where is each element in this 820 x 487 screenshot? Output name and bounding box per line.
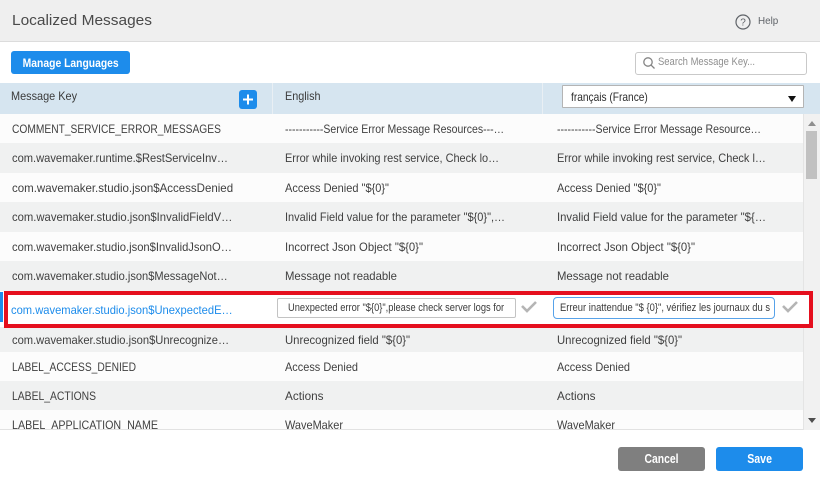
svg-text:?: ? xyxy=(740,18,746,29)
